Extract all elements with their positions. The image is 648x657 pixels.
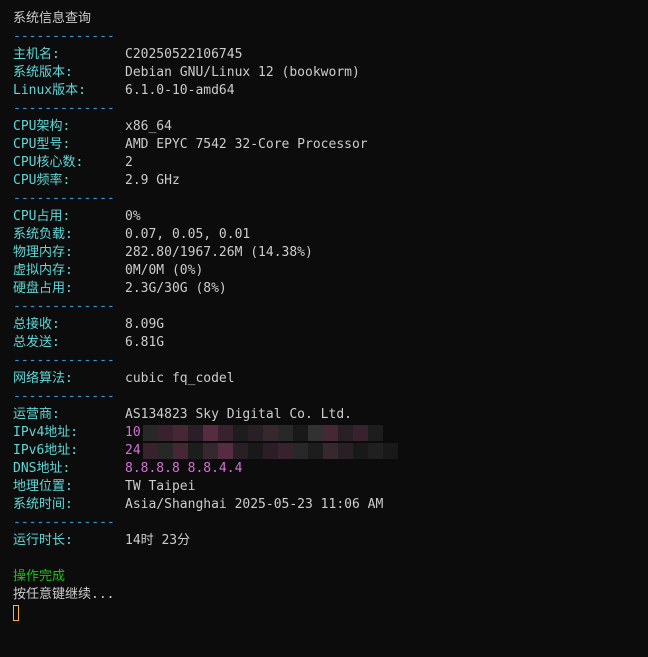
info-value: 8.09G <box>125 317 165 332</box>
info-row-dns: DNS地址: 8.8.8.8 8.8.4.4 <box>13 460 648 478</box>
info-label: CPU架构: <box>13 119 71 134</box>
info-row-tx: 总发送: 6.81G <box>13 334 648 352</box>
info-label: 总发送: <box>13 335 60 350</box>
info-label: 主机名: <box>13 47 60 62</box>
info-label: 网络算法: <box>13 371 73 386</box>
separator: ------------- <box>13 101 115 116</box>
done-message: 操作完成 <box>13 569 66 584</box>
info-row-cpu-usage: CPU占用: 0% <box>13 208 648 226</box>
info-row-cpu-arch: CPU架构: x86_64 <box>13 118 648 136</box>
info-row-cpu-cores: CPU核心数: 2 <box>13 154 648 172</box>
info-value: 24 <box>125 443 141 458</box>
separator: ------------- <box>13 191 115 206</box>
info-value: 0.07, 0.05, 0.01 <box>125 227 251 242</box>
continue-prompt: 按任意键继续... <box>13 587 115 602</box>
info-value: 282.80/1967.26M (14.38%) <box>125 245 313 260</box>
info-label: CPU频率: <box>13 173 71 188</box>
info-value: 8.8.8.8 8.8.4.4 <box>125 461 243 476</box>
info-value: 10 <box>125 425 141 440</box>
info-value: 2 <box>125 155 133 170</box>
info-row-location: 地理位置: TW Taipei <box>13 478 648 496</box>
info-row-mem: 物理内存: 282.80/1967.26M (14.38%) <box>13 244 648 262</box>
info-label: 物理内存: <box>13 245 73 260</box>
info-row-cpu-model: CPU型号: AMD EPYC 7542 32-Core Processor <box>13 136 648 154</box>
info-row-isp: 运营商: AS134823 Sky Digital Co. Ltd. <box>13 406 648 424</box>
info-row-ipv4: IPv4地址: 10 <box>13 424 648 442</box>
info-label: 总接收: <box>13 317 60 332</box>
info-label: 硬盘占用: <box>13 281 73 296</box>
info-value: Asia/Shanghai 2025-05-23 11:06 AM <box>125 497 384 512</box>
info-value: 6.1.0-10-amd64 <box>125 83 235 98</box>
info-row-os-version: 系统版本: Debian GNU/Linux 12 (bookworm) <box>13 64 648 82</box>
info-label: 运营商: <box>13 407 60 422</box>
cursor-line[interactable] <box>13 604 648 622</box>
info-row-ipv6: IPv6地址: 24 <box>13 442 648 460</box>
info-label: 系统版本: <box>13 65 73 80</box>
info-row-rx: 总接收: 8.09G <box>13 316 648 334</box>
info-label: DNS地址: <box>13 461 71 476</box>
info-row-swap: 虚拟内存: 0M/0M (0%) <box>13 262 648 280</box>
text-cursor[interactable] <box>13 604 19 621</box>
info-row-load: 系统负载: 0.07, 0.05, 0.01 <box>13 226 648 244</box>
redaction-mask <box>143 443 398 459</box>
separator: ------------- <box>13 389 115 404</box>
info-row-sys-time: 系统时间: Asia/Shanghai 2025-05-23 11:06 AM <box>13 496 648 514</box>
info-value: Debian GNU/Linux 12 (bookworm) <box>125 65 360 80</box>
info-value: AMD EPYC 7542 32-Core Processor <box>125 137 368 152</box>
terminal-window[interactable]: 系统信息查询 ------------- 主机名: C20250522106745… <box>0 0 648 657</box>
info-label: Linux版本: <box>13 83 86 98</box>
info-label: 虚拟内存: <box>13 263 73 278</box>
separator: ------------- <box>13 299 115 314</box>
page-title: 系统信息查询 <box>13 11 92 26</box>
separator: ------------- <box>13 353 115 368</box>
separator: ------------- <box>13 515 115 530</box>
info-value: 2.9 GHz <box>125 173 180 188</box>
info-row-disk: 硬盘占用: 2.3G/30G (8%) <box>13 280 648 298</box>
info-value: cubic fq_codel <box>125 371 235 386</box>
info-label: 系统负载: <box>13 227 73 242</box>
info-value: AS134823 Sky Digital Co. Ltd. <box>125 407 352 422</box>
info-row-uptime: 运行时长: 14时 23分 <box>13 532 648 550</box>
info-value: 14时 23分 <box>125 533 191 548</box>
separator: ------------- <box>13 29 115 44</box>
info-label: IPv6地址: <box>13 443 79 458</box>
info-row-cpu-freq: CPU频率: 2.9 GHz <box>13 172 648 190</box>
info-label: IPv4地址: <box>13 425 79 440</box>
info-value: TW Taipei <box>125 479 196 494</box>
info-value: 2.3G/30G (8%) <box>125 281 227 296</box>
info-label: 运行时长: <box>13 533 73 548</box>
info-row-linux-version: Linux版本: 6.1.0-10-amd64 <box>13 82 648 100</box>
info-value: 0M/0M (0%) <box>125 263 204 278</box>
info-row-host: 主机名: C20250522106745 <box>13 46 648 64</box>
info-label: CPU占用: <box>13 209 71 224</box>
info-label: CPU型号: <box>13 137 71 152</box>
info-label: CPU核心数: <box>13 155 84 170</box>
info-label: 系统时间: <box>13 497 73 512</box>
info-value: x86_64 <box>125 119 172 134</box>
info-label: 地理位置: <box>13 479 73 494</box>
info-value: 6.81G <box>125 335 165 350</box>
info-row-tcp-algo: 网络算法: cubic fq_codel <box>13 370 648 388</box>
info-value: C20250522106745 <box>125 47 243 62</box>
info-value: 0% <box>125 209 141 224</box>
redaction-mask <box>143 425 383 441</box>
